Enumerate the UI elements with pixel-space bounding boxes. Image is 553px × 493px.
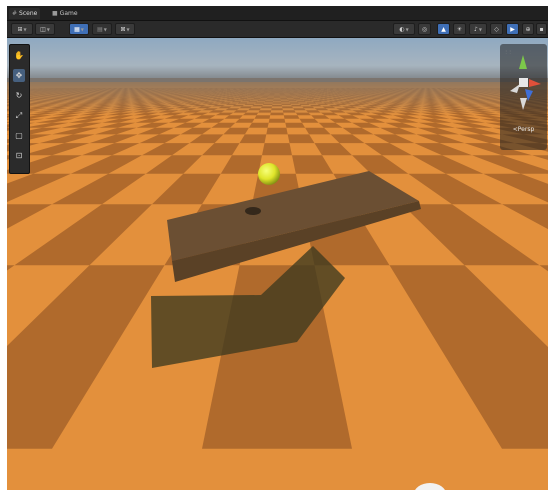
chevron-down-icon: ▼: [126, 26, 130, 32]
floor-tile: [266, 127, 288, 135]
rotate-tool-button[interactable]: ↻: [13, 89, 25, 102]
tool-palette: ✋ ✥ ↻ ⤢ ▢ ⊡: [9, 44, 30, 174]
rotate-tool-icon: ↻: [15, 91, 23, 100]
pivot-button[interactable]: ◫ ▼: [35, 23, 55, 35]
scene-toolbar: ⊞ ▼ ◫ ▼ ▦ ▼ ▤ ▼ ⊠ ▼ ◐ ▼ ◎ ▲ ☀ ♪ ▼ ◇ ▶ ⊕ …: [7, 21, 548, 38]
gizmo-neg-y-axis[interactable]: [520, 98, 527, 110]
rect-tool-button[interactable]: ▢: [13, 129, 25, 142]
render-mode-icon: ▲: [441, 25, 446, 33]
2d-toggle-icon: ▪: [539, 25, 544, 33]
scale-tool-button[interactable]: ⤢: [13, 109, 25, 122]
transform-tool-icon: ⊡: [15, 151, 23, 160]
increment-button[interactable]: ⊠ ▼: [115, 23, 135, 35]
render-mode-button[interactable]: ▲: [437, 23, 450, 35]
gizmos-icon: ⊕: [525, 25, 531, 33]
transform-tool-button[interactable]: ⊡: [13, 149, 25, 162]
scene-grid-icon: #: [12, 10, 18, 17]
gizmo-y-axis[interactable]: [519, 55, 527, 69]
scene-viewport[interactable]: [7, 38, 548, 490]
audio-icon: ♪: [474, 25, 478, 33]
gizmo-center-cube[interactable]: [519, 78, 528, 87]
increment-icon: ⊠: [120, 25, 126, 33]
tab-scene-label: Scene: [19, 10, 38, 17]
grid-button[interactable]: ▤ ▼: [92, 23, 112, 35]
move-tool-icon: ✥: [15, 71, 23, 80]
floor-tile: [262, 143, 292, 156]
lighting-button[interactable]: ☀: [453, 23, 466, 35]
floor-tile: [285, 122, 306, 128]
tab-game[interactable]: ■ Game: [49, 8, 81, 19]
scene-visibility-button[interactable]: ◐ ▼: [393, 23, 415, 35]
chevron-down-icon: ▼: [405, 26, 409, 32]
ball[interactable]: [258, 163, 280, 185]
grid-icon: ▤: [97, 25, 103, 33]
hand-tool-button[interactable]: ✋: [13, 49, 25, 62]
game-controller-icon: ■: [52, 10, 58, 17]
hand-tool-icon: ✋: [14, 51, 24, 60]
projection-label[interactable]: <Persp: [500, 126, 547, 133]
effects-button[interactable]: ◇: [490, 23, 503, 35]
chevron-down-icon: ▼: [23, 26, 27, 32]
transform-handle-icon: ⊞: [17, 25, 23, 33]
lighting-icon: ☀: [456, 25, 463, 33]
move-tool-button[interactable]: ✥: [13, 69, 25, 82]
gizmos-button[interactable]: ⊕: [522, 23, 534, 35]
hidden-objects-icon: ◎: [421, 25, 428, 33]
ball-shadow: [245, 207, 261, 215]
pivot-icon: ◫: [40, 25, 46, 33]
snap-icon: ▦: [74, 25, 80, 33]
hidden-objects-button[interactable]: ◎: [418, 23, 431, 35]
tab-scene[interactable]: # Scene: [9, 8, 41, 19]
snap-button[interactable]: ▦ ▼: [69, 23, 89, 35]
effects-icon: ◇: [494, 25, 499, 33]
camera-icon: ▶: [510, 25, 515, 33]
chevron-down-icon: ▼: [478, 26, 482, 32]
tab-game-label: Game: [59, 10, 78, 17]
chevron-down-icon: ▼: [103, 26, 107, 32]
scale-tool-icon: ⤢: [15, 110, 23, 120]
camera-button[interactable]: ▶: [506, 23, 519, 35]
audio-button[interactable]: ♪ ▼: [469, 23, 487, 35]
scene-render[interactable]: [7, 38, 548, 490]
rect-tool-icon: ▢: [15, 131, 23, 140]
floor-tile: [268, 118, 286, 123]
scene-visibility-icon: ◐: [399, 25, 405, 33]
gizmo-neg-axis[interactable]: [510, 84, 520, 93]
tab-bar: # Scene ■ Game: [7, 6, 548, 21]
axis-gizmo-icon: [510, 55, 541, 110]
gizmo-x-axis[interactable]: [529, 79, 541, 87]
chevron-down-icon: ▼: [80, 26, 84, 32]
transform-handle-button[interactable]: ⊞ ▼: [11, 23, 33, 35]
orientation-gizmo[interactable]: ⋮⋮ <Persp: [500, 44, 547, 150]
floor-tile: [248, 122, 269, 128]
chevron-down-icon: ▼: [46, 26, 50, 32]
scene-window: # Scene ■ Game ⊞ ▼ ◫ ▼ ▦ ▼ ▤ ▼ ⊠ ▼ ◐ ▼ ◎ ▲: [7, 6, 548, 490]
horizon-fog: [7, 78, 548, 116]
2d-toggle-button[interactable]: ▪: [536, 23, 547, 35]
